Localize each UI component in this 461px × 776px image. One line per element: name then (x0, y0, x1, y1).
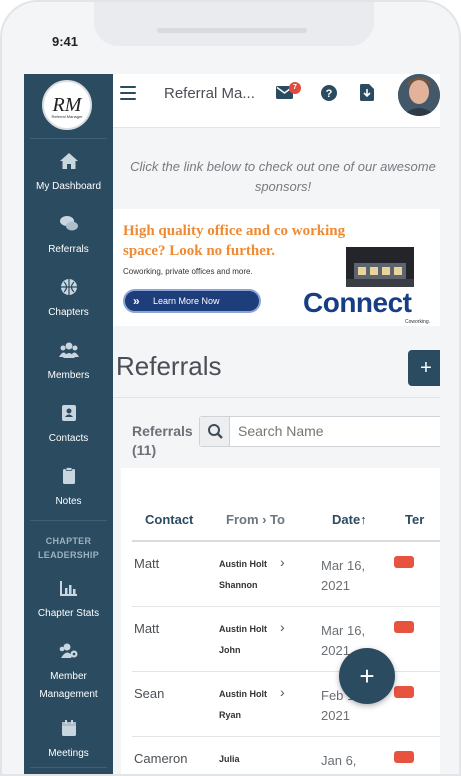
sidebar-item-contacts[interactable]: Contacts (24, 404, 113, 446)
status-bar: 9:41 (2, 2, 459, 74)
sidebar-item-label: Chapter Stats (37, 608, 100, 619)
speaker-bar (157, 28, 307, 33)
notch (94, 2, 374, 46)
svg-text:?: ? (326, 88, 333, 100)
sidebar-item-dashboard[interactable]: My Dashboard (24, 152, 113, 194)
notification-badge: 7 (289, 82, 301, 94)
ad-brand-logo: Connect (303, 287, 412, 318)
search-icon (208, 424, 223, 439)
cell-contact: Matt (134, 556, 160, 571)
cell-contact: Cameron (134, 751, 188, 766)
sidebar-item-label: My Dashboard (35, 181, 102, 192)
divider (30, 138, 107, 139)
add-referral-button[interactable]: + (408, 350, 440, 386)
sponsor-ad-banner[interactable]: High quality office and co working space… (113, 209, 440, 326)
status-tag (394, 751, 414, 763)
list-title: Referrals (11) (132, 423, 193, 458)
users-icon (58, 342, 79, 358)
search-addon (200, 417, 230, 446)
sidebar-item-referrals[interactable]: Referrals (24, 215, 113, 257)
referrals-list-card: Referrals (11) Contact From › To Date↑ T… (113, 397, 440, 774)
page-title: Referral Ma... (164, 85, 255, 102)
sidebar-item-notes[interactable]: Notes (24, 467, 113, 509)
section-title-chapter-leadership: CHAPTER LEADERSHIP (37, 536, 99, 560)
phone-frame: 9:41 RM Referral Manager My Dashboard Re… (0, 0, 461, 776)
bar-chart-icon (59, 581, 77, 596)
chevron-right-icon: › (280, 684, 285, 700)
chevron-right-icon: › (280, 554, 285, 570)
double-chevron-right-icon: » (133, 294, 140, 308)
cell-contact: Matt (134, 621, 160, 636)
sidebar-item-label: Notes (55, 496, 82, 507)
home-icon (59, 153, 78, 169)
sidebar-item-label: Member Management (39, 671, 98, 700)
search-box (199, 416, 440, 447)
sidebar-item-label: Members (47, 370, 90, 381)
cell-contact: Sean (134, 686, 165, 701)
help-icon[interactable]: ? (321, 85, 337, 101)
sidebar-item-label: Meetings (48, 748, 89, 759)
column-header-ter[interactable]: Ter (405, 512, 424, 527)
table-row[interactable]: Matt Austin Holt › John Mar 16, 2021 (132, 607, 440, 672)
ad-headline: High quality office and co working space… (123, 223, 346, 259)
column-header-date[interactable]: Date↑ (332, 512, 367, 527)
cell-from: Austin Holt (219, 689, 267, 699)
referrals-table: Contact From › To Date↑ Ter Matt Austin … (121, 468, 440, 774)
status-tag (394, 556, 414, 568)
sidebar-item-chapter-stats[interactable]: Chapter Stats (24, 579, 113, 621)
avatar-photo (398, 74, 440, 116)
sidebar-item-meetings[interactable]: Meetings (24, 719, 113, 761)
logo-text: RM (52, 94, 82, 116)
chevron-right-icon: › (280, 619, 285, 635)
logo-subtext: Referral Manager (51, 114, 83, 119)
sidebar-item-label: Referrals (48, 244, 89, 255)
sidebar: RM Referral Manager My Dashboard Referra… (24, 74, 113, 774)
referrals-icon (59, 216, 78, 231)
status-time: 9:41 (52, 34, 79, 49)
cell-date: Jan 6, (321, 753, 357, 768)
cell-to: Shannon (219, 580, 258, 590)
top-bar: Referral Ma... 7 ? (113, 74, 440, 128)
cell-to: Ryan (219, 710, 242, 720)
divider (30, 767, 107, 768)
cell-date: Mar 16, 2021 (321, 558, 366, 593)
globe-icon (60, 279, 77, 295)
sidebar-item-label: Contacts (48, 433, 89, 444)
divider (30, 520, 107, 521)
sidebar-item-chapters[interactable]: Chapters (24, 278, 113, 320)
menu-toggle-icon[interactable] (120, 86, 136, 100)
ad-building-photo (346, 247, 414, 287)
sidebar-item-label: Chapters (48, 307, 89, 318)
column-header-from-to[interactable]: From › To (226, 512, 285, 527)
clipboard-icon (62, 467, 75, 484)
user-avatar[interactable] (398, 74, 440, 116)
column-header-contact[interactable]: Contact (145, 512, 193, 527)
status-tag (394, 621, 414, 633)
sidebar-item-member-management[interactable]: Member Management (24, 642, 113, 702)
sponsor-message: Click the link below to check out one of… (130, 159, 436, 194)
calendar-icon (61, 720, 76, 736)
learn-more-label: Learn More Now (153, 296, 220, 306)
cell-to: John (219, 645, 241, 655)
cell-from: Austin Holt (219, 559, 267, 569)
file-download-icon[interactable] (360, 84, 374, 101)
sidebar-item-members[interactable]: Members (24, 341, 113, 383)
table-row[interactable]: Matt Austin Holt › Shannon Mar 16, 2021 (132, 542, 440, 607)
table-row[interactable]: Cameron Julia Jan 6, (132, 737, 440, 774)
building-image (346, 247, 414, 287)
users-cog-icon (59, 643, 77, 658)
ad-subtext: Coworking, private offices and more. (123, 267, 253, 276)
app-logo[interactable]: RM Referral Manager (42, 80, 92, 130)
status-tag (394, 686, 414, 698)
cell-from: Austin Holt (219, 624, 267, 634)
search-input[interactable] (238, 423, 438, 439)
learn-more-button[interactable]: » Learn More Now (123, 289, 261, 313)
page-heading: Referrals (116, 351, 222, 381)
floating-add-button[interactable]: + (339, 648, 395, 704)
ad-brand-tagline: Coworking. (405, 319, 431, 325)
contact-card-icon (61, 405, 76, 421)
cell-from: Julia (219, 754, 240, 764)
